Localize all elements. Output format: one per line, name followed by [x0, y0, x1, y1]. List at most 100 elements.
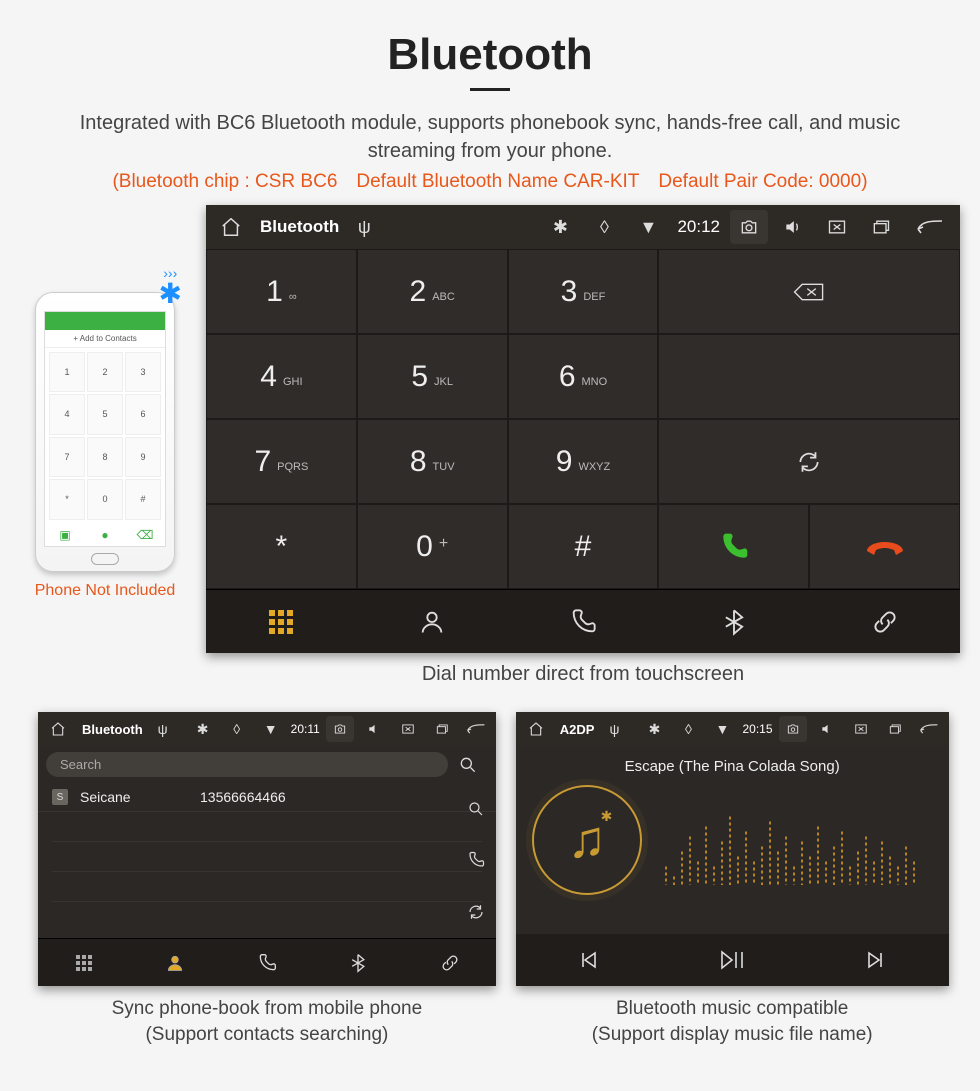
nav-dialpad[interactable]: [38, 939, 130, 986]
phone-mini-keypad: 123 456 789 *0#: [45, 348, 165, 524]
add-to-contacts: + Add to Contacts: [45, 330, 165, 348]
wifi-icon: ▼: [257, 721, 285, 737]
music-note-icon: ♫: [567, 810, 606, 870]
key-4[interactable]: 4GHI: [206, 334, 357, 419]
nav-contacts[interactable]: [130, 939, 222, 986]
contact-number: 13566664466: [200, 789, 286, 805]
phone-not-included: Phone Not Included: [20, 582, 190, 600]
prev-track-button[interactable]: [516, 934, 660, 986]
song-title: Escape (The Pina Colada Song): [516, 758, 949, 775]
usb-icon: ψ: [345, 217, 383, 238]
phone-bksp-icon: ⌫: [125, 524, 165, 546]
wifi-icon: ▼: [629, 217, 667, 238]
contacts-caption: Sync phone-book from mobile phone (Suppo…: [38, 996, 496, 1047]
phone-home-button: [91, 553, 119, 565]
topbar-title: A2DP: [560, 722, 595, 737]
bluetooth-icon: ✱: [640, 721, 668, 738]
recent-apps-icon[interactable]: [881, 722, 909, 736]
phone-header: [45, 312, 165, 330]
album-art: ♫: [532, 785, 642, 895]
nav-contacts[interactable]: [357, 590, 508, 653]
key-0[interactable]: 0+: [357, 504, 508, 589]
page-subtitle: Integrated with BC6 Bluetooth module, su…: [60, 109, 920, 165]
nav-pair[interactable]: [404, 939, 496, 986]
topbar: Bluetooth ψ ✱ ◊ ▼ 20:12: [206, 205, 960, 249]
screenshot-icon[interactable]: [779, 716, 807, 742]
topbar-time: 20:15: [742, 722, 772, 736]
contacts-unit: Bluetooth ψ ✱ ◊ ▼ 20:11 Search: [38, 712, 496, 986]
page-title: Bluetooth: [20, 30, 960, 80]
nav-recent-calls[interactable]: [508, 590, 659, 653]
contact-row[interactable]: S Seicane 13566664466: [38, 783, 496, 812]
hangup-button[interactable]: [809, 504, 960, 589]
phone-mock: ›››✱ + Add to Contacts 123 456 789 *0# ▣…: [35, 292, 175, 572]
side-call-icon[interactable]: [456, 851, 496, 869]
key-8[interactable]: 8TUV: [357, 419, 508, 504]
key-5[interactable]: 5JKL: [357, 334, 508, 419]
location-icon: ◊: [223, 721, 251, 737]
music-caption: Bluetooth music compatible (Support disp…: [516, 996, 949, 1047]
key-6[interactable]: 6MNO: [508, 334, 659, 419]
sync-key[interactable]: [658, 419, 960, 504]
back-icon[interactable]: [915, 722, 943, 736]
empty-row: [52, 842, 482, 872]
location-icon: ◊: [585, 217, 623, 238]
empty-row: [52, 812, 482, 842]
music-unit: A2DP ψ ✱ ◊ ▼ 20:15 Escape (The Pina Cola…: [516, 712, 949, 986]
close-app-icon[interactable]: [394, 722, 422, 736]
topbar-title: Bluetooth: [82, 722, 143, 737]
bluetooth-icon: ✱: [541, 217, 579, 238]
volume-icon[interactable]: [360, 722, 388, 736]
home-icon[interactable]: [44, 721, 72, 737]
dialer-unit: Bluetooth ψ ✱ ◊ ▼ 20:12: [206, 205, 960, 653]
key-9[interactable]: 9WXYZ: [508, 419, 659, 504]
bluetooth-signal-icon: ›››✱: [159, 269, 182, 310]
location-icon: ◊: [674, 721, 702, 737]
back-icon[interactable]: [906, 217, 954, 237]
close-app-icon[interactable]: [818, 217, 856, 237]
nav-bluetooth[interactable]: [313, 939, 405, 986]
nav-bluetooth[interactable]: [658, 590, 809, 653]
empty-key-1: [658, 334, 960, 419]
play-pause-button[interactable]: [660, 934, 804, 986]
main-caption: Dial number direct from touchscreen: [206, 663, 960, 686]
topbar-title: Bluetooth: [260, 217, 339, 237]
usb-icon: ψ: [600, 721, 628, 737]
key-2[interactable]: 2ABC: [357, 249, 508, 334]
key-star[interactable]: *: [206, 504, 357, 589]
home-icon[interactable]: [522, 721, 550, 737]
home-icon[interactable]: [212, 216, 250, 238]
usb-icon: ψ: [149, 721, 177, 737]
wifi-icon: ▼: [708, 721, 736, 737]
close-app-icon[interactable]: [847, 722, 875, 736]
search-icon[interactable]: [448, 755, 488, 775]
nav-recent-calls[interactable]: [221, 939, 313, 986]
spec-line: (Bluetooth chip : CSR BC6 Default Blueto…: [20, 171, 960, 193]
screenshot-icon[interactable]: [326, 716, 354, 742]
search-input[interactable]: Search: [46, 752, 448, 777]
key-3[interactable]: 3DEF: [508, 249, 659, 334]
volume-icon[interactable]: [813, 722, 841, 736]
key-1[interactable]: 1∞: [206, 249, 357, 334]
back-icon[interactable]: [462, 722, 490, 736]
side-sync-icon[interactable]: [456, 903, 496, 921]
volume-icon[interactable]: [774, 217, 812, 237]
next-track-button[interactable]: [804, 934, 948, 986]
backspace-key[interactable]: [658, 249, 960, 334]
call-button[interactable]: [658, 504, 809, 589]
title-underline: [470, 88, 510, 91]
bluetooth-icon: ✱: [189, 721, 217, 738]
recent-apps-icon[interactable]: [428, 722, 456, 736]
key-hash[interactable]: #: [508, 504, 659, 589]
empty-row: [52, 872, 482, 902]
side-search-icon[interactable]: [456, 800, 496, 818]
topbar-time: 20:11: [291, 722, 320, 736]
screenshot-icon[interactable]: [730, 210, 768, 244]
key-7[interactable]: 7PQRS: [206, 419, 357, 504]
recent-apps-icon[interactable]: [862, 217, 900, 237]
topbar-time: 20:12: [677, 217, 720, 237]
equalizer: [664, 795, 933, 885]
nav-dialpad[interactable]: [206, 590, 357, 653]
dialpad-icon: [269, 610, 293, 634]
nav-pair[interactable]: [809, 590, 960, 653]
